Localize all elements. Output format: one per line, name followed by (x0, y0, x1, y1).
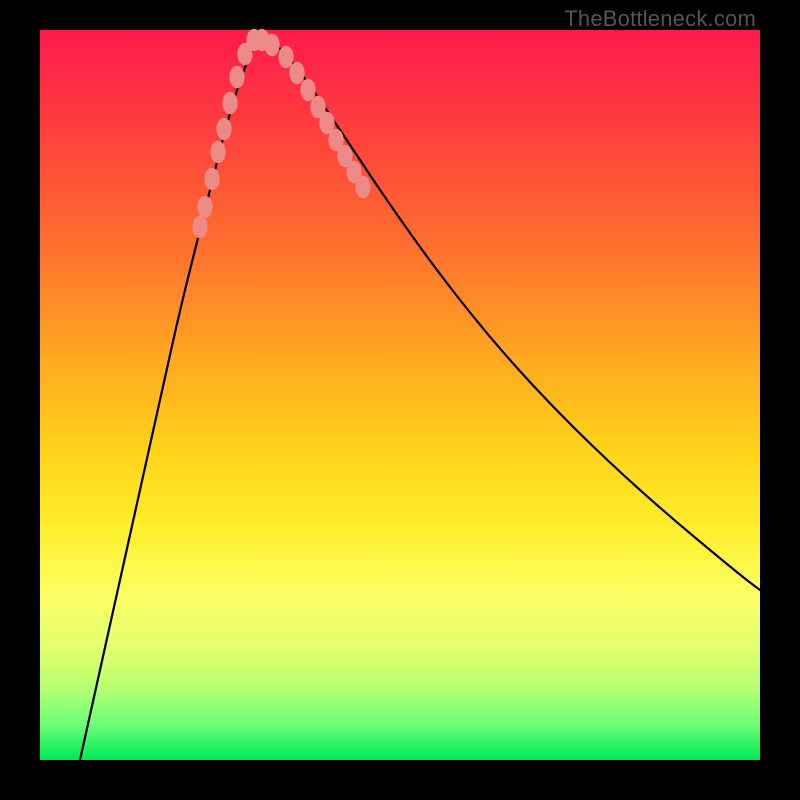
dot (289, 62, 304, 85)
dot (278, 46, 293, 69)
dot (197, 196, 212, 219)
watermark-text: TheBottleneck.com (564, 6, 756, 32)
dot (229, 66, 244, 89)
dot (192, 216, 207, 239)
highlight-dots (192, 29, 370, 239)
dot (216, 118, 231, 141)
chart-root: TheBottleneck.com (0, 0, 800, 800)
dot (210, 141, 225, 164)
plot-area (40, 30, 760, 760)
dot (222, 92, 237, 115)
dot (204, 168, 219, 191)
curve-svg (40, 30, 760, 760)
bottleneck-curve (80, 40, 760, 760)
dot (264, 34, 279, 57)
dot (300, 79, 315, 102)
dot (355, 176, 370, 199)
